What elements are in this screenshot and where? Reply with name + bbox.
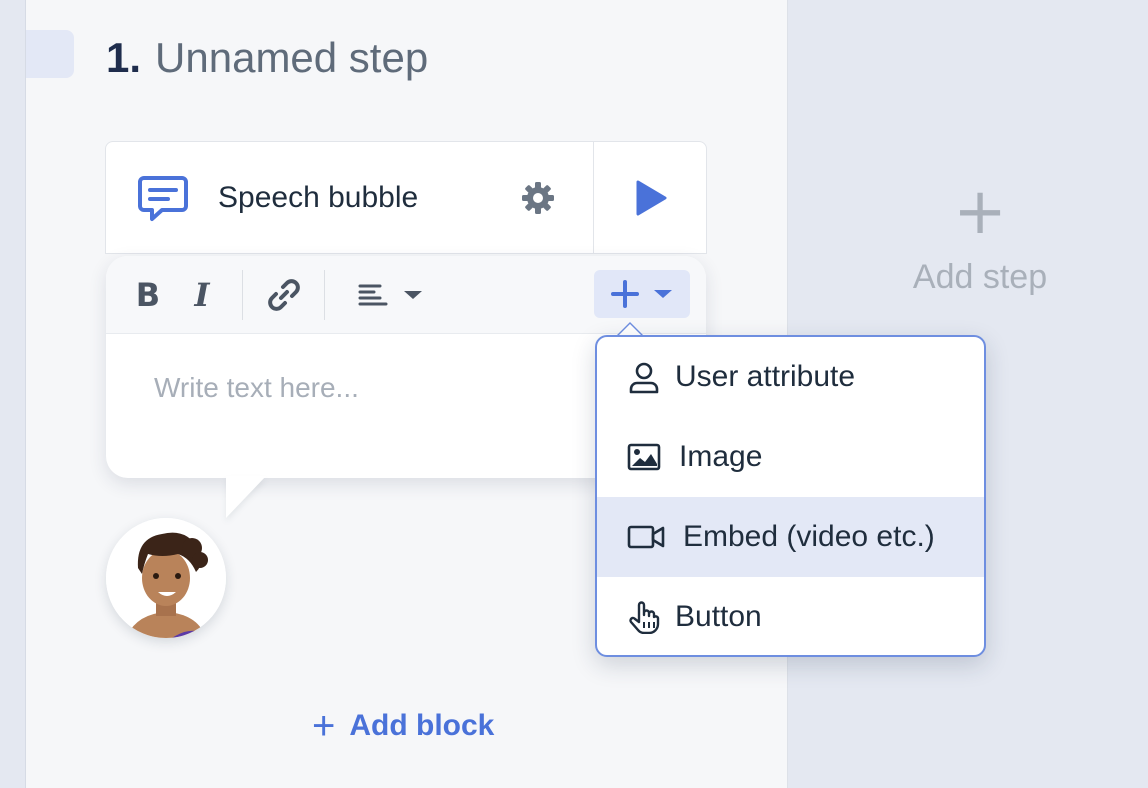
step-tab-handle[interactable]	[26, 30, 74, 78]
insert-menu: User attribute Image Embed (video etc.) …	[595, 335, 986, 657]
align-dropdown-button[interactable]	[350, 270, 430, 320]
insert-dropdown-button[interactable]	[594, 270, 690, 318]
menu-item-button[interactable]: Button	[597, 577, 984, 655]
block-type-label: Speech bubble	[218, 181, 419, 214]
link-button[interactable]	[262, 270, 306, 320]
preview-play-button[interactable]	[593, 142, 707, 254]
menu-item-embed[interactable]: Embed (video etc.)	[597, 497, 984, 577]
avatar-illustration	[106, 518, 226, 638]
toolbar-divider	[242, 270, 243, 320]
play-icon	[636, 180, 666, 216]
avatar[interactable]	[106, 518, 226, 638]
menu-item-label: User attribute	[675, 360, 856, 393]
chevron-down-icon	[404, 291, 422, 299]
add-step-label: Add step	[912, 258, 1048, 296]
user-icon	[629, 362, 659, 394]
menu-item-user-attribute[interactable]: User attribute	[597, 337, 984, 417]
bold-button[interactable]: B	[128, 270, 168, 320]
video-icon	[627, 525, 665, 549]
plus-icon	[611, 280, 639, 308]
gear-icon	[522, 182, 554, 214]
add-step-button[interactable]: + Add step	[880, 180, 1080, 310]
align-left-icon	[358, 284, 388, 306]
speech-bubble-tail	[226, 476, 266, 518]
step-name[interactable]: Unnamed step	[155, 30, 428, 86]
italic-button[interactable]: I	[184, 270, 220, 320]
toolbar-divider	[324, 270, 325, 320]
menu-item-image[interactable]: Image	[597, 417, 984, 497]
plus-icon: +	[953, 175, 1007, 249]
dropdown-caret	[616, 322, 644, 336]
add-block-label: Add block	[349, 709, 495, 742]
speech-bubble-icon	[138, 176, 188, 221]
block-settings-button[interactable]	[516, 176, 560, 220]
pointer-hand-icon	[629, 601, 660, 634]
plus-icon: +	[312, 704, 336, 748]
link-icon	[268, 279, 300, 311]
menu-item-label: Image	[679, 440, 763, 473]
menu-item-label: Embed (video etc.)	[683, 520, 935, 553]
menu-item-label: Button	[675, 600, 762, 633]
step-number: 1.	[106, 34, 142, 81]
message-text-input[interactable]: Write text here...	[154, 372, 359, 404]
image-icon	[627, 443, 661, 471]
step-title[interactable]: 1. Unnamed step	[106, 30, 428, 86]
block-header: Speech bubble	[105, 141, 707, 254]
add-block-button[interactable]: + Add block	[312, 704, 494, 748]
chevron-down-icon	[654, 290, 672, 298]
left-panel-strip	[0, 0, 26, 788]
